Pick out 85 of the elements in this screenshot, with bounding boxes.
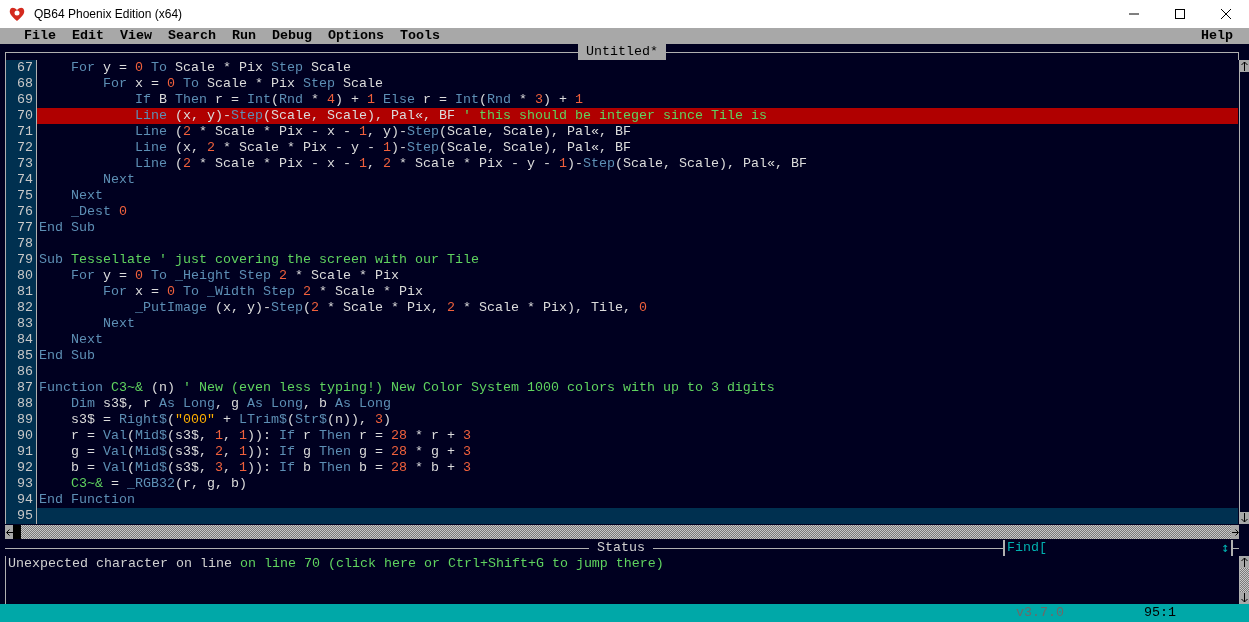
- line-number: 74: [6, 172, 37, 188]
- app-logo-icon: [8, 5, 26, 23]
- line-number: 88: [6, 396, 37, 412]
- line-number: 84: [6, 332, 37, 348]
- code-line: g = Val(Mid$(s3$, 2, 1)): If g Then g = 28 * g + 3: [70, 444, 472, 460]
- line-number: 91: [6, 444, 37, 460]
- error-line-highlight: Line (x, y)-Step(Scale, Scale), Pal«, BF ' this should be integer since Tile is: [37, 108, 1238, 124]
- menu-item[interactable]: Tools: [400, 28, 440, 44]
- code-line: _Dest 0: [70, 204, 128, 220]
- code-line: For y = 0 To Scale * Pix Step Scale: [70, 60, 352, 76]
- code-line: s3$ = Right$("000" + LTrim$(Str$(n)), 3): [70, 412, 392, 428]
- line-number: 77: [6, 220, 37, 236]
- code-line: Line (2 * Scale * Pix - x - 1, 2 * Scale * Pix - y - 1)-Step(Scale, Scale), Pal«, BF: [133, 156, 808, 172]
- menu-item[interactable]: View: [120, 28, 152, 44]
- maximize-icon[interactable]: [1175, 9, 1185, 19]
- code-line: If B Then r = Int(Rnd * 4) + 1 Else r = Int(Rnd * 3) + 1: [133, 92, 584, 108]
- window-title: QB64 Phoenix Edition (x64): [34, 6, 183, 23]
- line-number: 75: [6, 188, 37, 204]
- horizontal-scrollbar[interactable]: [5, 524, 1239, 540]
- code-line: C3~& = _RGB32(r, g, b): [70, 476, 248, 492]
- code-line: Line (2 * Scale * Pix - x - 1, y)-Step(Scale, Scale), Pal«, BF: [133, 124, 632, 140]
- scroll-thumb[interactable]: [13, 525, 21, 539]
- menu-item[interactable]: Search: [168, 28, 216, 44]
- version-label: v3.7.0: [1016, 604, 1064, 622]
- help-menu[interactable]: Help: [1201, 28, 1233, 44]
- status-scrollbar[interactable]: [1239, 556, 1249, 604]
- menu-item[interactable]: Run: [232, 28, 256, 44]
- menu-item[interactable]: Edit: [72, 28, 104, 44]
- line-number: 70: [6, 108, 37, 124]
- line-number: 93: [6, 476, 37, 492]
- jump-to-error-link[interactable]: on line 70 (click here or Ctrl+Shift+G to jump there): [239, 556, 664, 571]
- scroll-down-arrow-icon[interactable]: [1240, 512, 1249, 524]
- line-number: 92: [6, 460, 37, 476]
- code-line: End Function: [38, 492, 136, 508]
- scroll-down-arrow-icon[interactable]: [1241, 593, 1248, 603]
- code-line: Sub Tessellate ' just covering the screen with our Tile: [38, 252, 480, 268]
- line-number: 79: [6, 252, 37, 268]
- menu-item[interactable]: File: [24, 28, 56, 44]
- line-number: 80: [6, 268, 37, 284]
- code-line: Next: [102, 316, 136, 332]
- code-line: Next: [70, 188, 104, 204]
- scroll-up-arrow-icon[interactable]: [1241, 557, 1248, 567]
- file-tab[interactable]: Untitled*: [578, 44, 666, 60]
- code-line: Function C3~& (n) ' New (even less typing!) New Color System 1000 colors with up to 3 digits: [38, 380, 776, 396]
- scroll-left-arrow-icon[interactable]: [5, 525, 13, 539]
- line-number: 76: [6, 204, 37, 220]
- line-number: 94: [6, 492, 37, 508]
- code-line: End Sub: [38, 220, 96, 236]
- code-line: Line (x, 2 * Scale * Pix - y - 1)-Step(Scale, Scale), Pal«, BF: [133, 140, 632, 156]
- line-number: 67: [6, 60, 37, 76]
- line-number: 85: [6, 348, 37, 364]
- line-number: 86: [6, 364, 37, 380]
- code-line: For x = 0 To _Width Step 2 * Scale * Pix: [102, 284, 424, 300]
- find-field[interactable]: Find[ ↕: [1003, 540, 1233, 556]
- line-number: 73: [6, 156, 37, 172]
- code-line: For x = 0 To Scale * Pix Step Scale: [102, 76, 384, 92]
- line-number: 89: [6, 412, 37, 428]
- close-icon[interactable]: [1221, 9, 1231, 19]
- code-line: b = Val(Mid$(s3$, 3, 1)): If b Then b = 28 * b + 3: [70, 460, 472, 476]
- code-line: For y = 0 To _Height Step 2 * Scale * Pix: [70, 268, 400, 284]
- line-number: 95: [6, 508, 37, 524]
- scroll-up-arrow-icon[interactable]: [1240, 60, 1249, 72]
- cursor-position: 95:1: [1144, 604, 1176, 622]
- line-number: 81: [6, 284, 37, 300]
- code-line: _PutImage (x, y)-Step(2 * Scale * Pix, 2 * Scale * Pix), Tile, 0: [133, 300, 648, 316]
- menu-item[interactable]: Debug: [272, 28, 312, 44]
- vertical-scrollbar[interactable]: [1239, 60, 1249, 524]
- line-number: 87: [6, 380, 37, 396]
- menu-item[interactable]: Options: [328, 28, 384, 44]
- line-number: 68: [6, 76, 37, 92]
- status-pane-title: Status: [596, 540, 646, 556]
- line-number: 72: [6, 140, 37, 156]
- line-number: 78: [6, 236, 37, 252]
- line-number: 90: [6, 428, 37, 444]
- status-message: Unexpected character on line on line 70 (click here or Ctrl+Shift+G to jump there): [8, 556, 665, 572]
- line-number: 69: [6, 92, 37, 108]
- line-number: 83: [6, 316, 37, 332]
- code-line: End Sub: [38, 348, 96, 364]
- code-line: Next: [70, 332, 104, 348]
- code-line: Next: [102, 172, 136, 188]
- code-line: Dim s3$, r As Long, g As Long, b As Long: [70, 396, 392, 412]
- scroll-right-arrow-icon[interactable]: [1231, 525, 1239, 539]
- line-number: 71: [6, 124, 37, 140]
- code-line: r = Val(Mid$(s3$, 1, 1)): If r Then r = 28 * r + 3: [70, 428, 472, 444]
- line-number: 82: [6, 300, 37, 316]
